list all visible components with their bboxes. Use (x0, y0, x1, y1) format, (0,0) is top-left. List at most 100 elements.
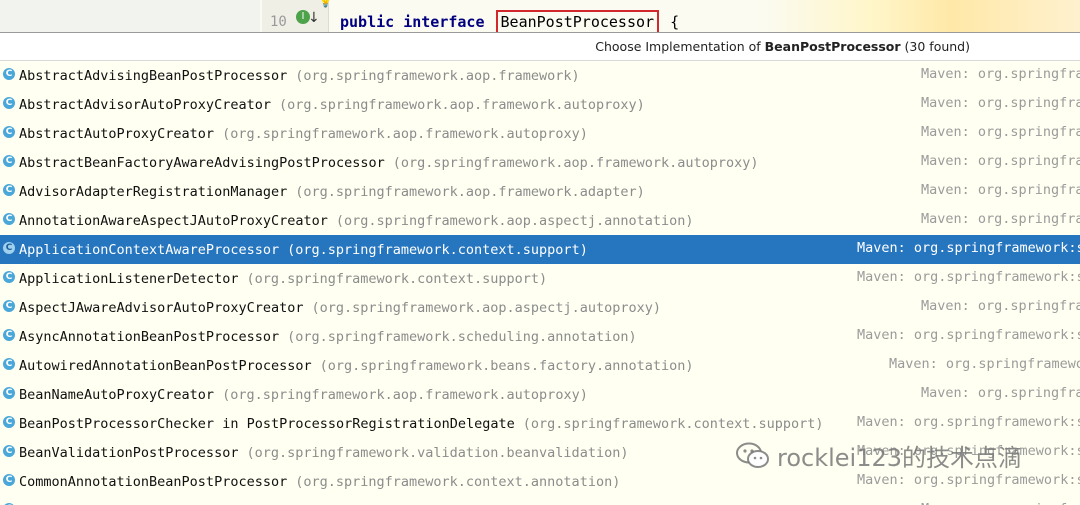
line-number: 10 (270, 14, 287, 30)
class-package: (org.springframework.aop.framework.autop… (222, 126, 588, 142)
choose-implementation-popup: Choose Implementation of BeanPostProcess… (0, 32, 1080, 505)
popup-header: Choose Implementation of BeanPostProcess… (0, 33, 1080, 61)
library-source: Maven: org.springfra (921, 66, 1080, 82)
implementation-row[interactable]: C AnnotationAwareAspectJAutoProxyCreator (… (0, 206, 1080, 235)
code-identifier-highlight[interactable]: BeanPostProcessor (495, 10, 660, 32)
implementation-row[interactable]: C BeanPostProcessorChecker in PostProcess… (0, 409, 1080, 438)
lightbulb-icon[interactable]: 💡 (318, 0, 333, 8)
class-icon: C (3, 68, 15, 80)
wechat-logo-icon (736, 442, 769, 468)
implementation-row[interactable]: C AdvisorAdapterRegistrationManager (org.s… (0, 177, 1080, 206)
class-icon: C (3, 242, 15, 254)
class-icon: C (3, 271, 15, 283)
class-icon: C (3, 213, 15, 225)
popup-header-prefix: Choose Implementation of (595, 39, 765, 54)
class-name: AsyncAnnotationBeanPostProcessor (org.spr… (19, 329, 637, 345)
library-source: Maven: org.springframework:s (857, 414, 1080, 430)
implementation-row[interactable]: C ApplicationListenerDetector (org.springf… (0, 264, 1080, 293)
class-icon: C (3, 358, 15, 370)
class-name: AbstractBeanFactoryAwareAdvisingPostProc… (19, 155, 759, 171)
library-source: Maven: org.springframework:s (857, 327, 1080, 343)
class-name: ApplicationContextAwareProcessor (org.spr… (19, 242, 588, 258)
class-package: (org.springframework.scheduling.annotati… (287, 329, 637, 345)
editor-background-image (760, 0, 1080, 32)
implementation-row[interactable]: C BeanNameAutoProxyCreator (org.springfram… (0, 380, 1080, 409)
class-name-text: AbstractBeanFactoryAwareAdvisingPostProc… (19, 155, 385, 171)
class-name: BeanPostProcessorChecker in PostProcesso… (19, 416, 824, 432)
implementation-row[interactable]: C AbstractBeanFactoryAwareAdvisingPostPro… (0, 148, 1080, 177)
class-name: AbstractAdvisorAutoProxyCreator (org.spri… (19, 97, 645, 113)
class-icon: C (3, 445, 15, 457)
class-icon: C (3, 416, 15, 428)
class-name-text: AbstractAdvisorAutoProxyCreator (19, 97, 271, 113)
class-name: CommonAnnotationBeanPostProcessor (org.sp… (19, 474, 620, 490)
popup-header-count: (30 found) (900, 39, 970, 54)
implementation-row[interactable]: C AspectJAwareAdvisorAutoProxyCreator (org… (0, 293, 1080, 322)
class-name: AspectJAwareAdvisorAutoProxyCreator (org.… (19, 300, 661, 316)
library-source: Maven: org.springfra (921, 153, 1080, 169)
class-name: AutowiredAnnotationBeanPostProcessor (org… (19, 358, 693, 374)
class-package: (org.springframework.context.support) (287, 242, 588, 258)
class-name: AdvisorAdapterRegistrationManager (org.sp… (19, 184, 645, 200)
class-package: (org.springframework.aop.framework.adapt… (295, 184, 645, 200)
implementation-row[interactable]: C AbstractAutoProxyCreator (org.springfram… (0, 119, 1080, 148)
class-name-text: AbstractAdvisingBeanPostProcessor (19, 68, 288, 84)
class-name: AbstractAdvisingBeanPostProcessor (org.sp… (19, 68, 580, 84)
class-package: (org.springframework.aop.framework.autop… (222, 387, 588, 403)
implementation-row[interactable]: C ApplicationContextAwareProcessor (org.sp… (0, 235, 1080, 264)
class-name: BeanNameAutoProxyCreator (org.springframe… (19, 387, 588, 403)
library-source: Maven: org.springfra (921, 182, 1080, 198)
class-name-text: AnnotationAwareAspectJAutoProxyCreator (19, 213, 328, 229)
class-name-text: AdvisorAdapterRegistrationManager (19, 184, 288, 200)
library-source: Maven: org.springframework:s (857, 472, 1080, 488)
class-icon: C (3, 184, 15, 196)
library-source: Maven: org.springfra (921, 95, 1080, 111)
class-package: (org.springframework.context.support) (522, 416, 824, 432)
implementation-row[interactable]: C AutowiredAnnotationBeanPostProcessor (or… (0, 351, 1080, 380)
arrow-down-icon[interactable]: ↓ (308, 10, 320, 26)
watermark-text: rocklei123的技术点滴 (777, 444, 1023, 472)
class-package: (org.springframework.aop.framework.autop… (278, 97, 645, 113)
class-name-text: ApplicationContextAwareProcessor (19, 242, 280, 258)
implementation-row[interactable]: C AbstractAdvisingBeanPostProcessor (org.s… (0, 61, 1080, 90)
class-name-text: BeanPostProcessorChecker in PostProcesso… (19, 416, 515, 432)
class-name-text: ApplicationListenerDetector (19, 271, 239, 287)
class-name-text: AsyncAnnotationBeanPostProcessor (19, 329, 280, 345)
class-name-text: AutowiredAnnotationBeanPostProcessor (19, 358, 312, 374)
class-package: (org.springframework.aop.aspectj.autopro… (311, 300, 661, 316)
popup-header-target: BeanPostProcessor (764, 39, 901, 54)
class-package: (org.springframework.aop.framework.autop… (392, 155, 759, 171)
class-icon: C (3, 300, 15, 312)
class-name: ApplicationListenerDetector (org.springfr… (19, 271, 547, 287)
implementation-row[interactable]: C AsyncAnnotationBeanPostProcessor (org.sp… (0, 322, 1080, 351)
class-package: (org.springframework.aop.aspectj.annotat… (335, 213, 694, 229)
library-source: Maven: org.springframework:s (857, 269, 1080, 285)
class-package: (org.springframework.context.support) (246, 271, 548, 287)
class-icon: C (3, 387, 15, 399)
implementation-row[interactable]: C AbstractAdvisorAutoProxyCreator (org.spr… (0, 90, 1080, 119)
class-name: BeanValidationPostProcessor (org.springfr… (19, 445, 628, 461)
library-source: Maven: org.springframework:s (857, 240, 1080, 256)
library-source: Maven: org.springframewo (889, 356, 1080, 372)
class-icon: C (3, 97, 15, 109)
code-brace: { (661, 13, 680, 31)
class-name-text: BeanValidationPostProcessor (19, 445, 239, 461)
class-name-text: CommonAnnotationBeanPostProcessor (19, 474, 288, 490)
class-icon: C (3, 474, 15, 486)
class-package: (org.springframework.beans.factory.annot… (319, 358, 694, 374)
code-editor: 10 I ↓ 💡 public interface BeanPostProces… (0, 0, 1080, 32)
class-icon: C (3, 126, 15, 138)
library-source: Maven: org.springfra (921, 385, 1080, 401)
class-name: AbstractAutoProxyCreator (org.springframe… (19, 126, 588, 142)
watermark: rocklei123的技术点滴 (735, 438, 1022, 474)
class-name-text: AbstractAutoProxyCreator (19, 126, 215, 142)
library-source: Maven: org.springfra (921, 124, 1080, 140)
library-source: Maven: org.springfra (921, 501, 1080, 505)
class-name-text: AspectJAwareAdvisorAutoProxyCreator (19, 300, 304, 316)
class-name-text: BeanNameAutoProxyCreator (19, 387, 215, 403)
code-keywords: public interface (340, 13, 494, 31)
class-package: (org.springframework.aop.framework) (295, 68, 580, 84)
class-icon: C (3, 329, 15, 341)
code-line: public interface BeanPostProcessor { (340, 10, 680, 32)
library-source: Maven: org.springfra (921, 211, 1080, 227)
